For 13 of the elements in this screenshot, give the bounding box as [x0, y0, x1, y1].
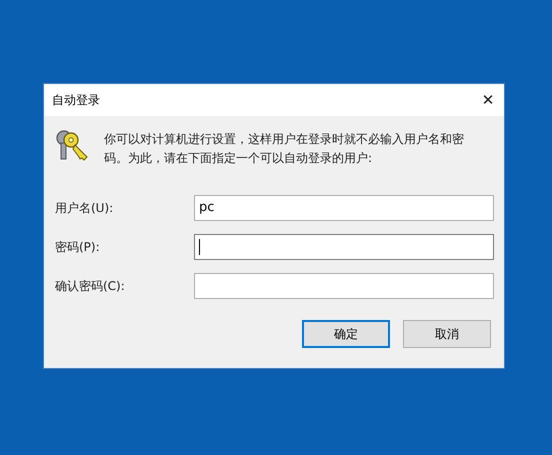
text-cursor: [199, 239, 200, 255]
input-field[interactable]: pc: [194, 195, 494, 221]
dialog-button[interactable]: 确定: [302, 320, 390, 348]
description-text: 你可以对计算机进行设置，这样用户在登录时就不必输入用户名和密码。为此，请在下面指定一个可以自动登录的用户:: [104, 131, 464, 167]
field-value: pc: [199, 199, 214, 218]
window-title: 自动登录: [52, 92, 100, 109]
input-field[interactable]: [194, 273, 494, 299]
close-button[interactable]: ✕: [472, 84, 504, 116]
field-label: 密码(P):: [55, 239, 101, 256]
input-field[interactable]: [194, 234, 494, 260]
field-label: 确认密码(C):: [55, 278, 126, 295]
field-label: 用户名(U):: [55, 200, 114, 217]
dialog-button[interactable]: 取消: [403, 320, 491, 348]
